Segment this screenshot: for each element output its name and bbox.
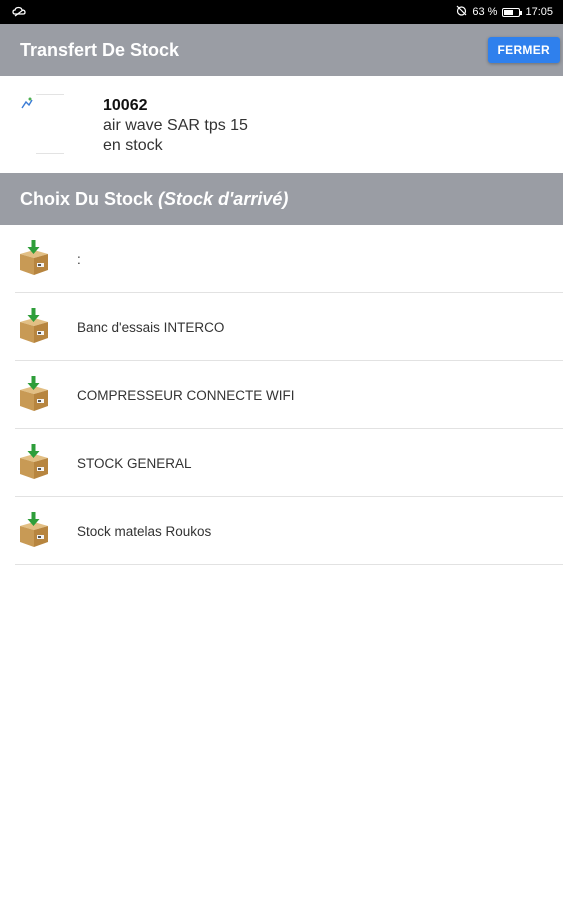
product-reference: 10062 — [103, 97, 148, 114]
stock-label: Banc d'essais INTERCO — [77, 320, 225, 335]
page-title: Transfert De Stock — [20, 39, 180, 60]
product-card: 10062 air wave SAR tps 15 en stock — [0, 76, 563, 173]
cloud-icon — [12, 5, 26, 20]
product-info: 10062 air wave SAR tps 15 en stock — [103, 96, 248, 156]
section-title: Choix Du Stock — [20, 188, 154, 209]
section-header: Choix Du Stock (Stock d'arrivé) — [0, 173, 563, 225]
battery-level — [504, 9, 514, 15]
divider — [15, 564, 563, 565]
product-thumbnail — [20, 94, 80, 154]
stock-list-item[interactable]: : — [0, 225, 563, 293]
close-button[interactable]: FERMER — [487, 37, 560, 63]
stock-box-icon — [17, 511, 51, 549]
stock-label: Stock matelas Roukos — [77, 524, 212, 539]
stock-list-item[interactable]: COMPRESSEUR CONNECTE WIFI — [0, 361, 563, 429]
broken-image-icon — [20, 96, 34, 115]
section-subtitle: (Stock d'arrivé) — [158, 188, 289, 209]
stock-box-icon — [17, 307, 51, 345]
product-name: air wave SAR tps 15 — [103, 117, 248, 134]
stock-list: : Banc d'essais INTERCO COMPRESSEUR CONN… — [0, 225, 563, 565]
status-bar: 63 % 17:05 — [0, 0, 563, 24]
stock-list-item[interactable]: Banc d'essais INTERCO — [0, 293, 563, 361]
battery-percent: 63 % — [472, 6, 498, 18]
product-status: en stock — [103, 137, 163, 154]
status-indicators: 63 % 17:05 — [456, 5, 553, 19]
stock-label: COMPRESSEUR CONNECTE WIFI — [77, 388, 295, 403]
stock-box-icon — [17, 239, 51, 277]
stock-list-item[interactable]: Stock matelas Roukos — [0, 497, 563, 565]
stock-box-icon — [17, 443, 51, 481]
clock: 17:05 — [525, 6, 553, 18]
battery-icon — [502, 7, 523, 17]
stock-box-icon — [17, 375, 51, 413]
stock-label: : — [77, 252, 81, 267]
stock-list-item[interactable]: STOCK GENERAL — [0, 429, 563, 497]
alarm-off-icon — [456, 5, 467, 19]
stock-label: STOCK GENERAL — [77, 456, 192, 471]
app-bar: Transfert De Stock FERMER — [0, 24, 563, 76]
